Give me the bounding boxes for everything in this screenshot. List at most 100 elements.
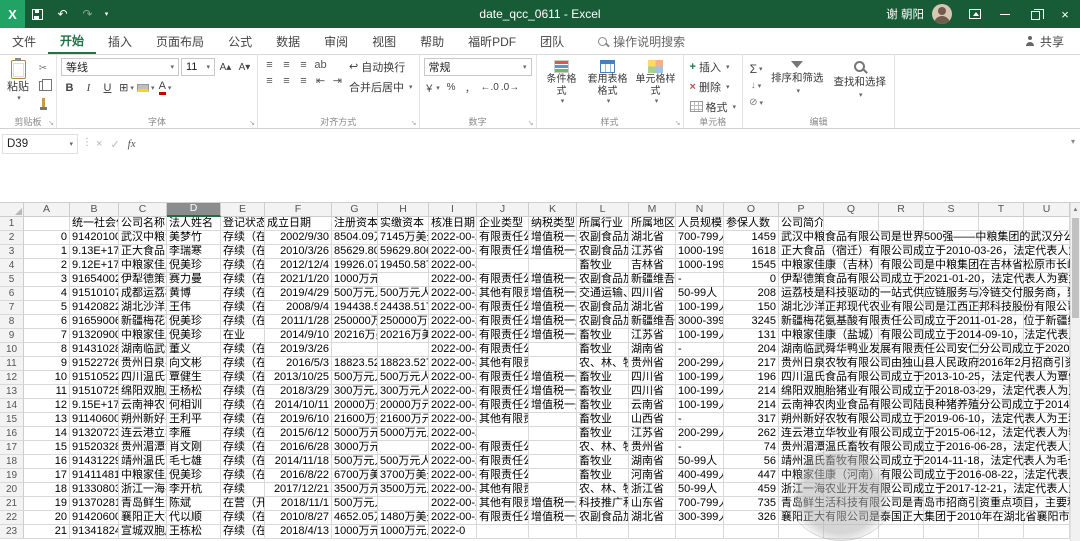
cell-J5[interactable]: 有限责任公司 — [477, 273, 529, 287]
tab-帮助[interactable]: 帮助 — [408, 28, 456, 54]
cell-C17[interactable]: 贵州湄潭温氏 — [119, 441, 167, 455]
cell-D5[interactable]: 赛力曼 — [167, 273, 221, 287]
cell-K19[interactable] — [529, 469, 577, 483]
cancel-icon[interactable]: × — [96, 138, 102, 150]
cell-H9[interactable]: 20216万美元 — [378, 329, 429, 343]
cell-J1[interactable]: 企业类型 — [477, 217, 529, 231]
vertical-scrollbar[interactable]: ▲ — [1070, 203, 1080, 541]
close-button[interactable]: × — [1050, 0, 1080, 28]
cell-J14[interactable]: 有限责任公司 — [477, 399, 529, 413]
cell-H10[interactable] — [378, 343, 429, 357]
cell-L14[interactable]: 畜牧业 — [577, 399, 629, 413]
cell-H18[interactable]: 500万元人民币 — [378, 455, 429, 469]
cell-E11[interactable]: 存续（在业） — [221, 357, 265, 371]
cell-F16[interactable]: 2015/6/12 — [265, 427, 332, 441]
cell-N10[interactable]: - — [676, 343, 724, 357]
column-header-U[interactable]: U — [1024, 203, 1070, 217]
borders-button[interactable]: ⊞▾ — [118, 79, 135, 96]
cell-A7[interactable]: 5 — [24, 301, 70, 315]
cell-O11[interactable]: 217 — [724, 357, 779, 371]
column-header-L[interactable]: L — [577, 203, 629, 217]
comma-style-button[interactable]: ， — [462, 79, 479, 96]
cell-H23[interactable]: 1000万元人民币 — [378, 525, 429, 539]
cell-D15[interactable]: 王利平 — [167, 413, 221, 427]
cell-I2[interactable]: 2022-00-2 — [429, 231, 477, 245]
number-format-select[interactable]: 常规▾ — [424, 58, 532, 76]
row-header-21[interactable]: 21 — [0, 497, 24, 511]
insert-cells-button[interactable]: +插入▾ — [688, 58, 739, 75]
cell-C10[interactable]: 湖南临武舜华 — [119, 343, 167, 357]
cell-P17[interactable]: 贵州湄潭温氏畜牧有限公司成立于2016-06-28，法定代表人为肖文刚，注册 — [779, 441, 824, 455]
cell-J10[interactable]: 有限责任公司 — [477, 343, 529, 357]
cell-F13[interactable]: 2018/3/29 — [265, 385, 332, 399]
cell-M5[interactable]: 新疆维吾尔自治区 — [629, 273, 676, 287]
cell-C11[interactable]: 贵州日泉农牧 — [119, 357, 167, 371]
conditional-formatting-button[interactable]: 条件格式 ▾ — [541, 58, 583, 108]
cell-E1[interactable]: 登记状态 — [221, 217, 265, 231]
column-header-G[interactable]: G — [332, 203, 378, 217]
cell-C14[interactable]: 云南神农肉业 — [119, 399, 167, 413]
cell-D1[interactable]: 法人姓名 — [167, 217, 221, 231]
cell-N13[interactable]: 100-199人 — [676, 385, 724, 399]
cell-B22[interactable]: 91420600 — [70, 511, 119, 525]
cell-I15[interactable]: 2022-00-2 — [429, 413, 477, 427]
cell-A11[interactable]: 9 — [24, 357, 70, 371]
row-header-8[interactable]: 8 — [0, 315, 24, 329]
cell-J2[interactable]: 有限责任公司 — [477, 231, 529, 245]
cell-D16[interactable]: 李雁 — [167, 427, 221, 441]
cell-N3[interactable]: 1000-1999人 — [676, 245, 724, 259]
column-header-J[interactable]: J — [477, 203, 529, 217]
cell-P2[interactable]: 武汉中粮食品有限公司是世界500强——中粮集团的武汉分公司，主要从事 — [779, 231, 824, 245]
cell-A6[interactable]: 4 — [24, 287, 70, 301]
dialog-launcher-icon[interactable]: ↘ — [48, 120, 54, 127]
cell-M7[interactable]: 湖北省 — [629, 301, 676, 315]
cell-N7[interactable]: 100-199人 — [676, 301, 724, 315]
cell-J4[interactable] — [477, 259, 529, 273]
cell-Q23[interactable] — [824, 525, 879, 539]
cell-L10[interactable]: 畜牧业 — [577, 343, 629, 357]
cell-G8[interactable]: 250000万元人民币 — [332, 315, 378, 329]
cell-G17[interactable]: 3000万元人民币 — [332, 441, 378, 455]
increase-decimal-button[interactable]: ←.0 — [481, 79, 499, 96]
cell-K3[interactable]: 增值税一般纳税人 — [529, 245, 577, 259]
cell-B7[interactable]: 91420822 — [70, 301, 119, 315]
cell-H3[interactable]: 59629.806万 — [378, 245, 429, 259]
cell-N14[interactable]: 100-199人 — [676, 399, 724, 413]
cell-C23[interactable]: 宣城双胞胎 — [119, 525, 167, 539]
cell-A16[interactable]: 14 — [24, 427, 70, 441]
orientation-button[interactable]: ab — [313, 58, 328, 71]
cell-O19[interactable]: 447 — [724, 469, 779, 483]
cell-E2[interactable]: 存续（在业） — [221, 231, 265, 245]
cell-P13[interactable]: 绵阳双胞胎猪业有限公司成立于2018-03-29，法定代表人为王杨松，注册 — [779, 385, 824, 399]
cell-O21[interactable]: 735 — [724, 497, 779, 511]
tab-福昕PDF[interactable]: 福昕PDF — [456, 28, 528, 54]
cell-G6[interactable]: 500万元人民币 — [332, 287, 378, 301]
tab-团队[interactable]: 团队 — [528, 28, 576, 54]
column-header-B[interactable]: B — [70, 203, 119, 217]
cell-F19[interactable]: 2016/8/22 — [265, 469, 332, 483]
cell-N5[interactable]: - — [676, 273, 724, 287]
cell-D2[interactable]: 美梦竹 — [167, 231, 221, 245]
cell-I4[interactable]: 2022-00-2 — [429, 259, 477, 273]
cell-O1[interactable]: 参保人数 — [724, 217, 779, 231]
cell-H8[interactable]: 250000万元人民币 — [378, 315, 429, 329]
cell-G13[interactable]: 300万元人民币 — [332, 385, 378, 399]
cell-O14[interactable]: 214 — [724, 399, 779, 413]
column-header-P[interactable]: P — [779, 203, 824, 217]
cell-P18[interactable]: 靖州温氏畜牧有限公司成立于2014-11-18，法定代表人为毛七雄，注册资本 — [779, 455, 824, 469]
cell-T23[interactable] — [979, 525, 1024, 539]
cell-K6[interactable]: 增值税一般纳税人 — [529, 287, 577, 301]
cell-F20[interactable]: 2017/12/21 — [265, 483, 332, 497]
cell-E8[interactable]: 存续（在业） — [221, 315, 265, 329]
cell-G2[interactable]: 8504.09万美元 — [332, 231, 378, 245]
align-top-button[interactable]: ≡ — [262, 58, 277, 71]
cell-H14[interactable]: 20000万元人民币 — [378, 399, 429, 413]
cell-M3[interactable]: 江苏省 — [629, 245, 676, 259]
cell-N1[interactable]: 人员规模 — [676, 217, 724, 231]
cell-T1[interactable] — [979, 217, 1024, 231]
cell-B9[interactable]: 91320900 — [70, 329, 119, 343]
column-header-O[interactable]: O — [724, 203, 779, 217]
cell-E23[interactable]: 存续（在业） — [221, 525, 265, 539]
cell-L4[interactable]: 畜牧业 — [577, 259, 629, 273]
cell-D20[interactable]: 李开杭 — [167, 483, 221, 497]
